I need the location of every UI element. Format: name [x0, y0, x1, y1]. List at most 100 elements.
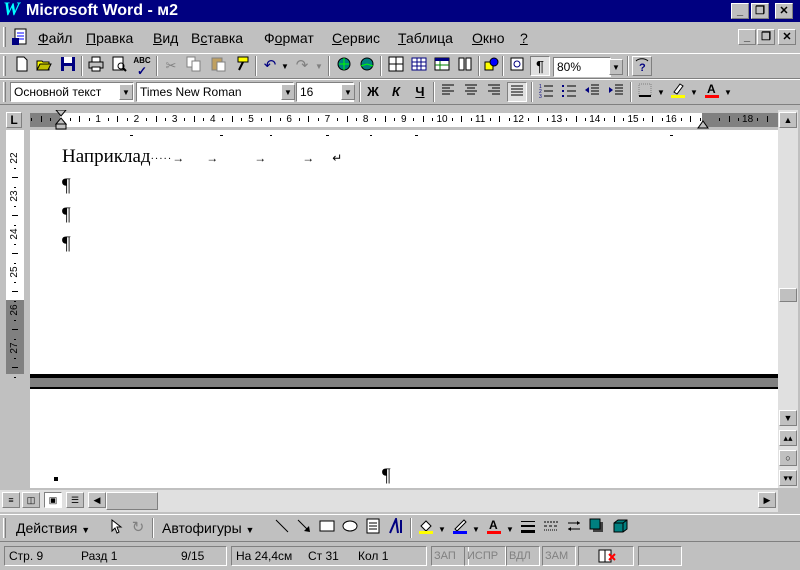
restore-button[interactable]: ❐ — [751, 3, 769, 19]
outline-view-icon[interactable]: ☰ — [66, 492, 84, 508]
italic-button[interactable]: К — [386, 82, 406, 102]
undo-dropdown-icon[interactable]: ▼ — [281, 62, 289, 71]
columns-icon[interactable] — [455, 56, 475, 76]
wordart-icon[interactable] — [386, 515, 406, 538]
new-icon[interactable] — [12, 56, 32, 76]
menu-insert[interactable]: Вставка — [191, 30, 243, 46]
vertical-scrollbar[interactable]: ▲ ▼ ▴▴ ○ ▾▾ — [778, 110, 798, 488]
web-layout-view-icon[interactable]: ◫ — [22, 492, 40, 508]
spelling-status[interactable] — [578, 546, 634, 566]
redo-icon[interactable]: ↷ — [292, 56, 312, 76]
highlight-dropdown-icon[interactable]: ▼ — [690, 88, 698, 97]
toolbar-grip[interactable] — [3, 518, 6, 538]
arrow-style-icon[interactable] — [564, 518, 584, 538]
horizontal-scrollbar[interactable]: ≡ ◫ ▣ ☰ ◀ ▶ — [0, 490, 778, 512]
shadow-icon[interactable] — [587, 518, 607, 538]
line-tool-icon[interactable] — [272, 518, 292, 538]
fill-color-icon[interactable] — [416, 518, 436, 538]
borders-dropdown-icon[interactable]: ▼ — [657, 88, 665, 97]
doc-close-button[interactable]: ✕ — [778, 29, 796, 45]
3d-icon[interactable] — [610, 518, 630, 538]
style-dropdown-icon[interactable]: ▼ — [119, 84, 133, 100]
align-right-icon[interactable] — [484, 82, 504, 102]
line-color-icon[interactable] — [450, 518, 470, 538]
menu-view[interactable]: Вид — [153, 30, 178, 46]
doc-minimize-button[interactable]: _ — [738, 29, 756, 45]
autoshapes-menu[interactable]: Автофигуры ▼ — [162, 520, 254, 536]
drawing-icon[interactable] — [481, 56, 501, 76]
free-rotate-icon[interactable]: ↻ — [128, 518, 148, 538]
print-layout-view-icon[interactable]: ▣ — [44, 492, 62, 508]
toolbar-grip[interactable] — [3, 56, 6, 76]
web-toolbar-icon[interactable] — [357, 56, 377, 76]
redo-dropdown-icon[interactable]: ▼ — [315, 62, 323, 71]
open-icon[interactable] — [34, 56, 54, 76]
decrease-indent-icon[interactable] — [582, 82, 602, 102]
zoom-dropdown-icon[interactable]: ▼ — [609, 59, 623, 75]
line-color-dropdown-icon[interactable]: ▼ — [472, 525, 480, 534]
align-center-icon[interactable] — [461, 82, 481, 102]
doc-restore-button[interactable]: ❐ — [757, 29, 775, 45]
font-color-icon[interactable]: A — [702, 82, 722, 102]
scroll-down-icon[interactable]: ▼ — [779, 410, 797, 426]
save-icon[interactable] — [58, 56, 78, 76]
show-hide-icon[interactable]: ¶ — [530, 56, 550, 76]
status-ext[interactable]: ВДЛ — [506, 546, 540, 566]
normal-view-icon[interactable]: ≡ — [2, 492, 20, 508]
tables-borders-icon[interactable] — [386, 56, 406, 76]
toolbar-grip[interactable] — [3, 82, 6, 102]
insert-excel-icon[interactable] — [432, 56, 452, 76]
cut-icon[interactable]: ✂ — [161, 56, 181, 76]
scroll-right-icon[interactable]: ▶ — [758, 492, 776, 508]
copy-icon[interactable] — [184, 56, 204, 76]
numbering-icon[interactable]: 123 — [536, 82, 556, 102]
menu-table[interactable]: Таблица — [398, 30, 453, 46]
zoom-combo[interactable]: 80% — [553, 57, 611, 77]
document-map-icon[interactable] — [507, 56, 527, 76]
bold-button[interactable]: Ж — [363, 82, 383, 102]
line-style-icon[interactable] — [518, 518, 538, 538]
scroll-left-icon[interactable]: ◀ — [88, 492, 106, 508]
text-box-icon[interactable] — [363, 518, 383, 538]
underline-button[interactable]: Ч — [410, 82, 430, 102]
rectangle-tool-icon[interactable] — [317, 518, 337, 538]
borders-icon[interactable] — [635, 82, 655, 102]
font-combo[interactable]: Times New Roman — [136, 82, 294, 102]
next-page-icon[interactable]: ▾▾ — [779, 470, 797, 486]
justify-icon[interactable] — [507, 82, 527, 102]
actions-menu[interactable]: Действия ▼ — [16, 520, 90, 536]
arrow-tool-icon[interactable] — [294, 518, 314, 538]
font-size-dropdown-icon[interactable]: ▼ — [341, 84, 355, 100]
horizontal-scroll-thumb[interactable] — [106, 492, 158, 510]
format-painter-icon[interactable] — [232, 56, 252, 76]
font-color-dropdown-icon[interactable]: ▼ — [506, 525, 514, 534]
status-ovr[interactable]: ЗАМ — [542, 546, 576, 566]
increase-indent-icon[interactable] — [606, 82, 626, 102]
style-combo[interactable]: Основной текст — [10, 82, 134, 102]
font-color-icon[interactable]: A — [484, 518, 504, 538]
highlight-icon[interactable] — [668, 82, 688, 102]
dash-style-icon[interactable] — [541, 518, 561, 538]
oval-tool-icon[interactable] — [340, 518, 360, 538]
print-icon[interactable] — [86, 56, 106, 76]
menu-tools[interactable]: Сервис — [332, 30, 380, 46]
menu-grip[interactable] — [3, 27, 6, 47]
right-indent-marker[interactable] — [697, 118, 709, 130]
menu-window[interactable]: Окно — [472, 30, 505, 46]
document-icon[interactable] — [12, 28, 30, 46]
font-dropdown-icon[interactable]: ▼ — [281, 84, 295, 100]
font-color-dropdown-icon[interactable]: ▼ — [724, 88, 732, 97]
menu-file[interactable]: Файл — [38, 30, 72, 46]
paste-icon[interactable] — [208, 56, 228, 76]
document-area[interactable]: Наприклад·····→ → → → ↵ ¶ ¶ ¶ ¶ — [30, 130, 778, 488]
fill-color-dropdown-icon[interactable]: ▼ — [438, 525, 446, 534]
select-browse-object-icon[interactable]: ○ — [779, 450, 797, 466]
align-left-icon[interactable] — [438, 82, 458, 102]
indent-marker[interactable] — [54, 109, 68, 130]
spelling-icon[interactable]: ABC ✓ — [132, 56, 152, 77]
close-button[interactable]: ✕ — [775, 3, 793, 19]
previous-page-icon[interactable]: ▴▴ — [779, 430, 797, 446]
undo-icon[interactable]: ↶ — [260, 56, 280, 76]
help-icon[interactable]: ? — [632, 56, 652, 76]
scroll-up-icon[interactable]: ▲ — [779, 112, 797, 128]
